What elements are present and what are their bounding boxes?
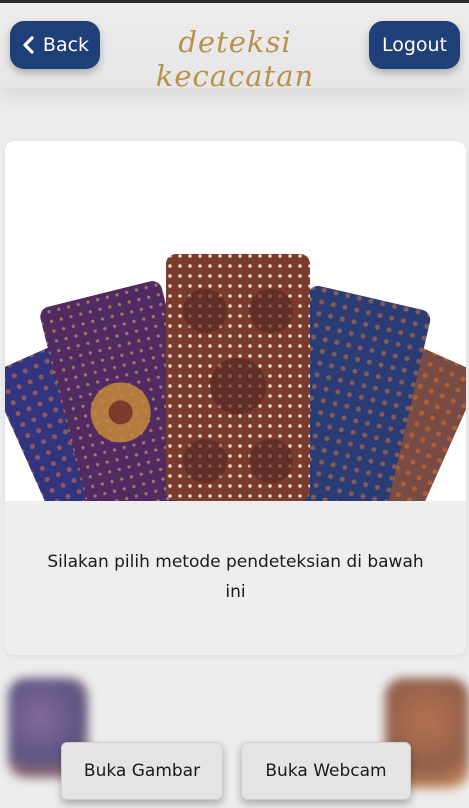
back-button[interactable]: Back — [10, 21, 100, 69]
chevron-left-icon — [21, 36, 35, 54]
instruction-text: Silakan pilih metode pendeteksian di baw… — [47, 552, 424, 602]
logout-button[interactable]: Logout — [369, 21, 460, 69]
open-image-button[interactable]: Buka Gambar — [61, 742, 223, 800]
open-webcam-button[interactable]: Buka Webcam — [241, 742, 411, 800]
method-card: Silakan pilih metode pendeteksian di baw… — [5, 141, 466, 655]
back-button-label: Back — [42, 34, 90, 56]
app-header: Back deteksi kecacatan Logout — [0, 3, 469, 93]
batik-fabric-fan-image — [5, 254, 466, 501]
app-title: deteksi kecacatan — [155, 25, 315, 93]
